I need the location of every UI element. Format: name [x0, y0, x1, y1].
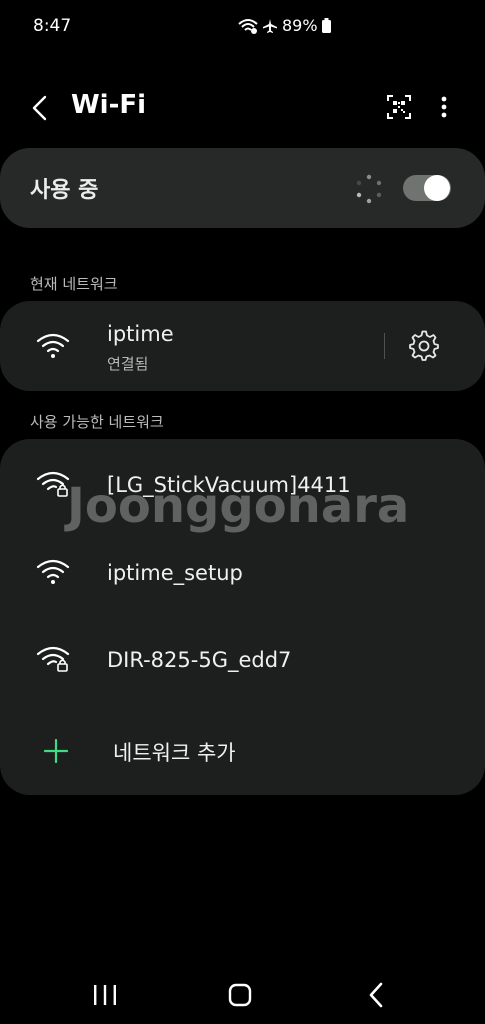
battery-icon [321, 18, 331, 33]
network-name: iptime_setup [107, 561, 243, 585]
available-networks-header: 사용 가능한 네트워크 [30, 413, 164, 431]
more-vert-icon [441, 96, 447, 118]
airplane-icon [262, 18, 278, 34]
wifi-calling-icon [238, 18, 258, 34]
network-settings-button[interactable] [408, 330, 440, 362]
app-bar: Wi-Fi [0, 80, 485, 136]
recents-icon [94, 985, 116, 1005]
home-icon [228, 983, 252, 1007]
back-nav-icon [369, 982, 383, 1008]
status-bar: 8:47 89% [0, 0, 485, 56]
page-title: Wi-Fi [71, 90, 147, 120]
back-nav-button[interactable] [360, 980, 394, 1010]
wifi-toggle-label: 사용 중 [30, 178, 99, 203]
wifi-icon [36, 333, 70, 358]
add-network-label: 네트워크 추가 [113, 741, 236, 765]
network-name: DIR-825-5G_edd7 [107, 648, 292, 672]
battery-percent: 89% [282, 16, 318, 35]
gear-icon [409, 330, 439, 361]
network-name: [LG_StickVacuum]4411 [107, 473, 351, 497]
current-network-header: 현재 네트워크 [30, 275, 118, 293]
add-network-button[interactable] [0, 706, 485, 794]
toggle-knob [424, 175, 450, 201]
plus-icon [44, 739, 68, 763]
wifi-icon [36, 559, 70, 584]
more-options-button[interactable] [432, 92, 456, 122]
recents-button[interactable] [88, 980, 122, 1010]
current-network-status: 연결됨 [107, 355, 149, 373]
current-network-name: iptime [107, 322, 174, 346]
scanning-spinner-icon [356, 174, 382, 204]
wifi-lock-icon [36, 471, 70, 497]
divider [384, 333, 385, 359]
back-button[interactable] [26, 94, 54, 122]
wifi-toggle-switch[interactable] [403, 175, 451, 201]
wifi-lock-icon [36, 646, 70, 672]
back-icon [32, 95, 47, 121]
status-icons: 89% [238, 16, 331, 35]
wifi-settings-screen: 8:47 89% Wi-Fi 사용 중 현재 네트워크 iptime 연결됨 사… [0, 0, 485, 1024]
qr-code-icon [387, 95, 411, 119]
qr-code-button[interactable] [386, 94, 412, 120]
home-button[interactable] [223, 980, 257, 1010]
status-time: 8:47 [33, 16, 72, 36]
